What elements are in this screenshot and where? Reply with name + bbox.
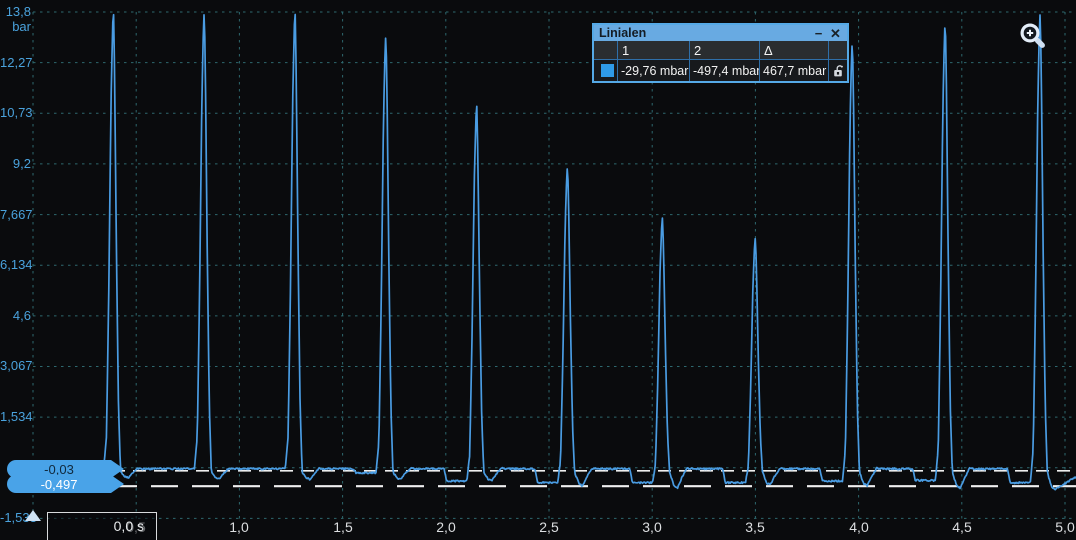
y-tick-label: 4,6 <box>0 308 31 324</box>
zoom-in-cursor-icon <box>1016 19 1052 57</box>
panel-title: Linialen <box>597 26 810 40</box>
ruler-2-value: -0,497 <box>41 477 78 492</box>
panel-titlebar[interactable]: Linialen − ✕ <box>594 25 847 41</box>
header-col-1: 1 <box>617 41 689 60</box>
header-swatch-cell <box>594 41 617 60</box>
y-tick-label: 1,534 <box>0 409 31 425</box>
channel-swatch-cell[interactable] <box>594 60 617 81</box>
minimize-button[interactable]: − <box>810 26 827 41</box>
y-axis-unit: bar <box>0 19 31 34</box>
y-tick-label: 12,27 <box>0 55 31 71</box>
x-tick-label: 2,0 <box>416 519 476 535</box>
x-tick-label: 2,5 <box>519 519 579 535</box>
waveform-chart[interactable] <box>0 0 1076 540</box>
x-tick-label: 1,5 <box>313 519 373 535</box>
scope-screen: 13,8 12,27 10,73 9,2 7,667 6,134 4,6 3,067 1,534… <box>0 0 1076 540</box>
y-tick-label: 13,8 <box>0 4 31 20</box>
lock-toggle[interactable] <box>828 60 847 81</box>
header-col-delta: Δ <box>759 41 828 60</box>
y-tick-label: 10,73 <box>0 105 31 121</box>
y-tick-label: 9,2 <box>0 156 31 172</box>
y-tick-label: 7,667 <box>0 207 31 223</box>
x-tick-label: 1,0 <box>209 519 269 535</box>
header-lock-cell <box>828 41 847 60</box>
channel-color-swatch[interactable] <box>601 64 614 77</box>
ruler-2-measurement: -497,4 mbar <box>689 60 759 81</box>
x-tick-label: 3,0 <box>622 519 682 535</box>
x-tick-label: 3,5 <box>725 519 785 535</box>
ruler-2-flag[interactable]: -0,497 <box>7 475 111 493</box>
delta-measurement: 467,7 mbar <box>759 60 828 81</box>
header-col-2: 2 <box>689 41 759 60</box>
x-tick-label: 5,0 <box>1035 519 1076 535</box>
rulers-panel: Linialen − ✕ 1 2 Δ -29,76 mbar -497,4 mb… <box>592 23 849 83</box>
close-button[interactable]: ✕ <box>827 26 844 41</box>
ruler-1-measurement: -29,76 mbar <box>617 60 689 81</box>
unlock-icon <box>832 64 845 78</box>
x-tick-label: 4,5 <box>932 519 992 535</box>
x-tick-label: 4,0 <box>829 519 889 535</box>
rulers-table: 1 2 Δ -29,76 mbar -497,4 mbar 467,7 mbar <box>594 41 847 81</box>
time-zero-label: 0,0 s <box>114 518 144 534</box>
y-tick-label: 6,134 <box>0 257 31 273</box>
time-zero-box: 0,0 s <box>47 512 157 540</box>
trigger-marker-icon[interactable] <box>25 510 41 521</box>
y-tick-label: 3,067 <box>0 358 31 374</box>
